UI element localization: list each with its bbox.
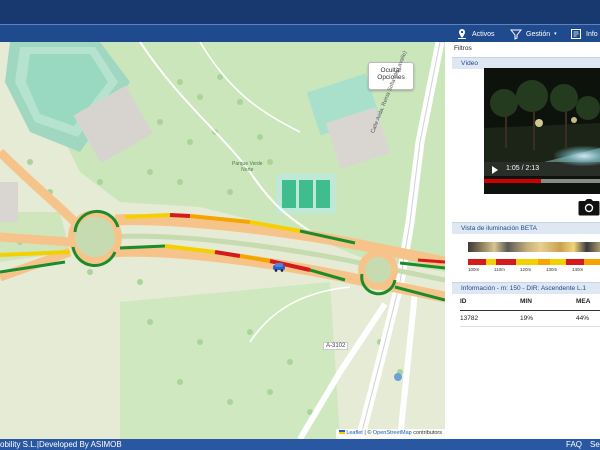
lighting-ticks: 100m 110m 120m 130m 140m	[468, 267, 600, 275]
side-panel: Filtros Vídeo 1:05 / 2:13 Vista de ilumi…	[448, 42, 600, 439]
filters-label[interactable]: Filtros	[454, 45, 472, 52]
video-progress-bar[interactable]	[484, 179, 600, 183]
lum-tick: 100m	[468, 267, 480, 272]
table-header-row: ID MIN MEA	[460, 294, 600, 311]
nav-info[interactable]: Info	[570, 26, 598, 42]
lum-seg-yellow	[550, 259, 566, 265]
play-icon[interactable]	[492, 166, 498, 174]
video-time: 1:05 / 2:13	[506, 165, 540, 172]
video-controls	[484, 162, 600, 176]
top-divider	[0, 24, 600, 25]
map-base-layer	[0, 42, 445, 439]
attribution-separator: | ©	[362, 430, 373, 436]
attribution-tail: contributors	[411, 430, 442, 436]
video-player[interactable]: 1:05 / 2:13	[484, 68, 600, 194]
nav-activos-label: Activos	[472, 30, 495, 38]
lum-seg-red	[496, 259, 516, 265]
cell-min: 19%	[520, 310, 576, 327]
footer-bar: obility S.L.|Developed By ASIMOB FAQ Se	[0, 439, 600, 450]
car-marker-icon[interactable]	[272, 262, 286, 272]
map-view[interactable]: Ocultar Opciones A-3102 Calle Avda. Rein…	[0, 42, 445, 439]
col-min: MIN	[520, 294, 576, 311]
faq-link[interactable]: FAQ	[566, 439, 582, 450]
lum-seg-yellow	[486, 259, 496, 265]
lum-tick: 140m	[572, 267, 584, 272]
nav-info-label: Info	[586, 30, 598, 38]
footer-link-se[interactable]: Se	[590, 439, 600, 450]
osm-link[interactable]: OpenStreetMap	[373, 430, 412, 436]
top-bar: Activos Gestión ▾ Info	[0, 0, 600, 42]
lighting-section-header[interactable]: Vista de iluminación BETA	[452, 222, 600, 234]
lum-seg-red	[468, 259, 486, 265]
col-id: ID	[460, 294, 520, 311]
park-name-line2: Norte	[241, 166, 254, 173]
funnel-icon	[510, 29, 522, 40]
video-progress-fill	[484, 179, 541, 183]
nav-gestion-label: Gestión	[526, 30, 551, 38]
info-table: ID MIN MEA 13782 19% 44%	[460, 294, 600, 327]
lum-tick: 120m	[520, 267, 532, 272]
lum-seg-orange	[584, 259, 600, 265]
lum-seg-yellow	[516, 259, 538, 265]
cell-id: 13782	[460, 310, 520, 327]
app-root: Activos Gestión ▾ Info Ocultar Opciones …	[0, 0, 600, 450]
lighting-image-strip	[468, 242, 600, 252]
top-strip	[0, 0, 600, 24]
road-shield-label: A-3102	[323, 342, 349, 350]
camera-icon[interactable]	[578, 198, 600, 216]
lighting-level-bar	[468, 259, 600, 265]
leaflet-link[interactable]: Leaflet	[346, 430, 363, 436]
map-attribution: Leaflet | © OpenStreetMap contributors	[336, 429, 445, 439]
lum-tick: 130m	[546, 267, 558, 272]
map-pin-icon	[458, 29, 466, 39]
info-section-header[interactable]: Información - m: 150 - DIR: Ascendente L…	[452, 282, 600, 294]
caret-down-icon: ▾	[554, 31, 557, 37]
cell-mea: 44%	[576, 310, 600, 327]
lum-seg-orange	[538, 259, 550, 265]
flag-icon	[339, 430, 346, 434]
document-icon	[571, 29, 581, 39]
lum-seg-red	[566, 259, 584, 265]
hide-options-line1: Ocultar	[380, 67, 402, 74]
table-row[interactable]: 13782 19% 44%	[460, 310, 600, 327]
park-name-label: Parque Verde Norte	[232, 161, 263, 173]
col-mea: MEA	[576, 294, 600, 311]
nav-gestion[interactable]: Gestión ▾	[510, 26, 557, 42]
lum-tick: 110m	[494, 267, 505, 272]
footer-credit: obility S.L.|Developed By ASIMOB	[0, 440, 122, 449]
nav-activos[interactable]: Activos	[456, 26, 495, 42]
